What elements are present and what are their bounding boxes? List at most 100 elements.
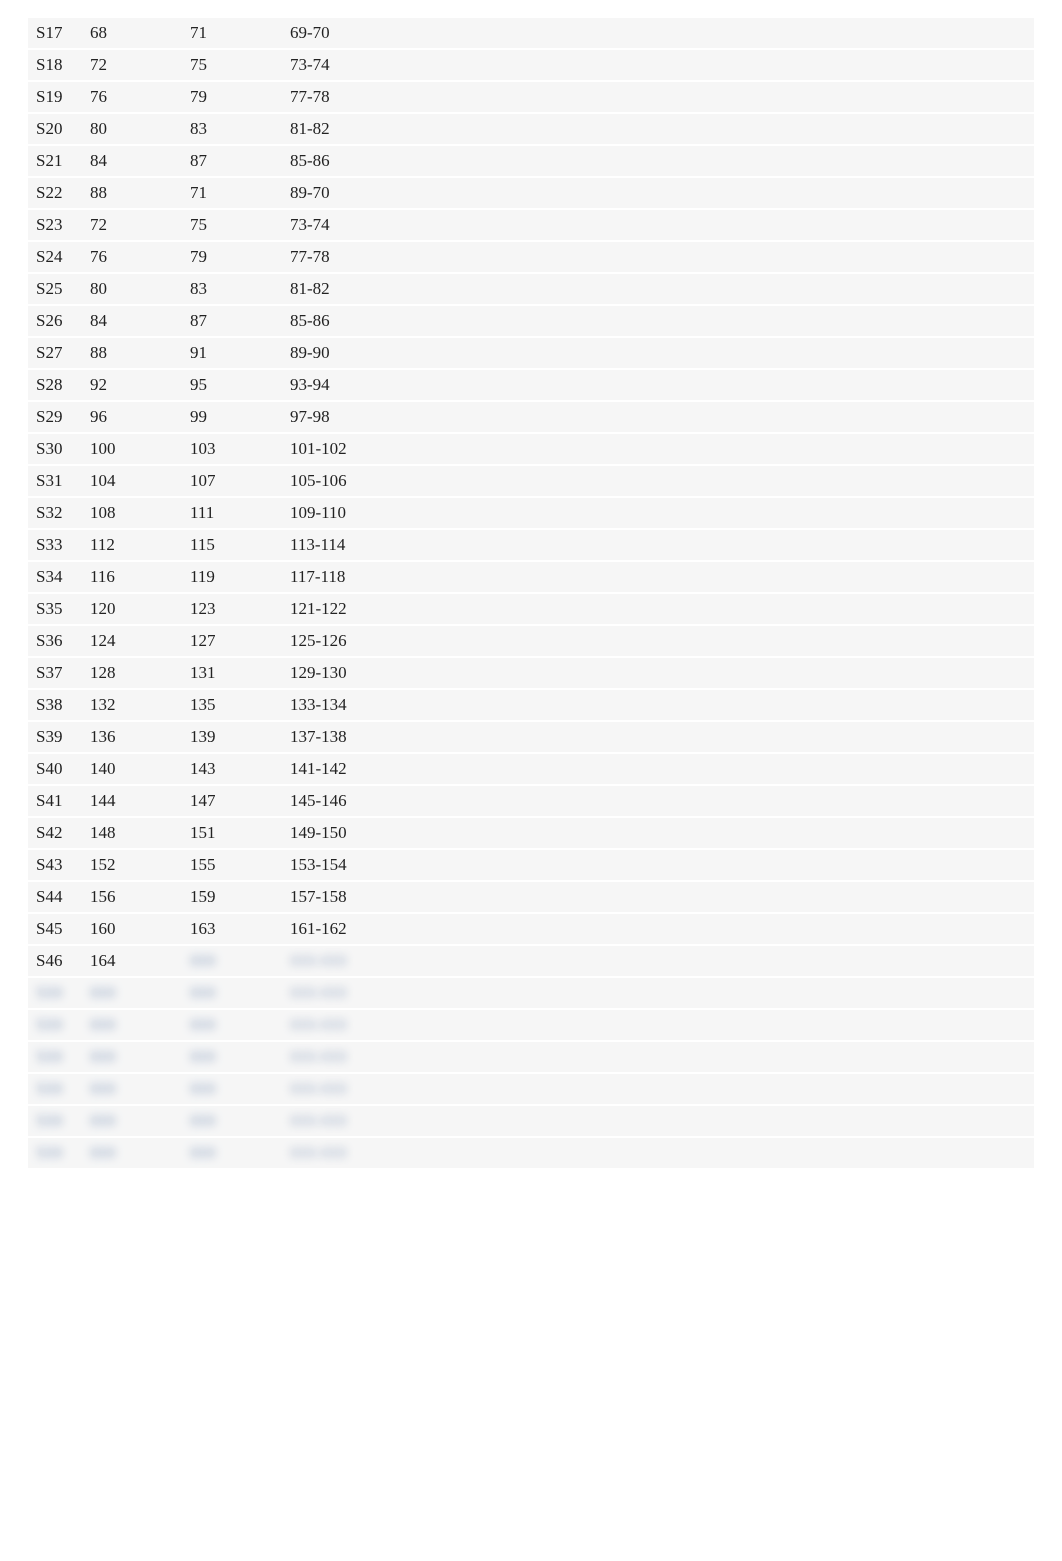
row-label: S25 bbox=[28, 279, 90, 299]
row-col2: 000 bbox=[90, 1143, 190, 1163]
row-col3: 71 bbox=[190, 183, 290, 203]
table-row: S45160163161-162 bbox=[28, 914, 1034, 946]
row-col4: 109-110 bbox=[290, 503, 1034, 523]
table-row: S00000000000-000 bbox=[28, 1042, 1034, 1074]
table-row: S17687169-70 bbox=[28, 18, 1034, 50]
row-label: S38 bbox=[28, 695, 90, 715]
row-label: S20 bbox=[28, 119, 90, 139]
row-label: S40 bbox=[28, 759, 90, 779]
row-label: S21 bbox=[28, 151, 90, 171]
row-col4: 145-146 bbox=[290, 791, 1034, 811]
row-col2: 156 bbox=[90, 887, 190, 907]
row-col3: 000 bbox=[190, 1015, 290, 1035]
row-col3: 83 bbox=[190, 279, 290, 299]
row-col3: 99 bbox=[190, 407, 290, 427]
row-col2: 88 bbox=[90, 343, 190, 363]
row-col2: 80 bbox=[90, 279, 190, 299]
row-label: S45 bbox=[28, 919, 90, 939]
row-label: S39 bbox=[28, 727, 90, 747]
row-col3: 147 bbox=[190, 791, 290, 811]
row-col2: 96 bbox=[90, 407, 190, 427]
table-row: S40140143141-142 bbox=[28, 754, 1034, 786]
row-col2: 100 bbox=[90, 439, 190, 459]
row-label: S33 bbox=[28, 535, 90, 555]
row-col3: 143 bbox=[190, 759, 290, 779]
row-label: S22 bbox=[28, 183, 90, 203]
table-row: S28929593-94 bbox=[28, 370, 1034, 402]
row-col2: 84 bbox=[90, 151, 190, 171]
table-row: S00000000000-000 bbox=[28, 1106, 1034, 1138]
row-col4: 105-106 bbox=[290, 471, 1034, 491]
row-col4: 141-142 bbox=[290, 759, 1034, 779]
table-row: S36124127125-126 bbox=[28, 626, 1034, 658]
row-col2: 148 bbox=[90, 823, 190, 843]
table-row: S41144147145-146 bbox=[28, 786, 1034, 818]
table-row: S37128131129-130 bbox=[28, 658, 1034, 690]
table-row: S32108111109-110 bbox=[28, 498, 1034, 530]
row-label: S19 bbox=[28, 87, 90, 107]
row-col2: 144 bbox=[90, 791, 190, 811]
row-col3: 000 bbox=[190, 1111, 290, 1131]
table-row: S00000000000-000 bbox=[28, 1010, 1034, 1042]
row-col3: 87 bbox=[190, 311, 290, 331]
row-col4: 81-82 bbox=[290, 279, 1034, 299]
row-col2: 124 bbox=[90, 631, 190, 651]
row-col4: 117-118 bbox=[290, 567, 1034, 587]
row-col3: 95 bbox=[190, 375, 290, 395]
row-col3: 79 bbox=[190, 87, 290, 107]
table-row: S42148151149-150 bbox=[28, 818, 1034, 850]
row-col2: 116 bbox=[90, 567, 190, 587]
row-label: S32 bbox=[28, 503, 90, 523]
row-col4: 77-78 bbox=[290, 87, 1034, 107]
row-label: S43 bbox=[28, 855, 90, 875]
row-col3: 123 bbox=[190, 599, 290, 619]
row-col4: 93-94 bbox=[290, 375, 1034, 395]
table-row: S24767977-78 bbox=[28, 242, 1034, 274]
row-col4: 113-114 bbox=[290, 535, 1034, 555]
row-col3: 000 bbox=[190, 1079, 290, 1099]
table-row: S00000000000-000 bbox=[28, 1074, 1034, 1106]
row-col4: 101-102 bbox=[290, 439, 1034, 459]
row-col2: 112 bbox=[90, 535, 190, 555]
row-col3: 131 bbox=[190, 663, 290, 683]
row-col4: 73-74 bbox=[290, 215, 1034, 235]
row-col4: 000-000 bbox=[290, 983, 1034, 1003]
row-col4: 153-154 bbox=[290, 855, 1034, 875]
row-col4: 77-78 bbox=[290, 247, 1034, 267]
table-row: S33112115113-114 bbox=[28, 530, 1034, 562]
row-col2: 000 bbox=[90, 1111, 190, 1131]
row-label: S00 bbox=[28, 1111, 90, 1131]
row-col3: 000 bbox=[190, 951, 290, 971]
row-col4: 149-150 bbox=[290, 823, 1034, 843]
row-col4: 73-74 bbox=[290, 55, 1034, 75]
row-label: S46 bbox=[28, 951, 90, 971]
row-col4: 000-000 bbox=[290, 1079, 1034, 1099]
row-col4: 000-000 bbox=[290, 951, 1034, 971]
row-label: S41 bbox=[28, 791, 90, 811]
row-col4: 000-000 bbox=[290, 1111, 1034, 1131]
row-col3: 75 bbox=[190, 215, 290, 235]
row-col3: 87 bbox=[190, 151, 290, 171]
table-row: S39136139137-138 bbox=[28, 722, 1034, 754]
row-col2: 000 bbox=[90, 1015, 190, 1035]
row-label: S24 bbox=[28, 247, 90, 267]
row-col4: 129-130 bbox=[290, 663, 1034, 683]
table-row: S27889189-90 bbox=[28, 338, 1034, 370]
row-col4: 000-000 bbox=[290, 1047, 1034, 1067]
table-row: S23727573-74 bbox=[28, 210, 1034, 242]
row-col4: 133-134 bbox=[290, 695, 1034, 715]
row-label: S00 bbox=[28, 983, 90, 1003]
row-col2: 72 bbox=[90, 215, 190, 235]
row-col4: 89-70 bbox=[290, 183, 1034, 203]
table-row: S00000000000-000 bbox=[28, 1138, 1034, 1170]
row-col2: 88 bbox=[90, 183, 190, 203]
table-row: S00000000000-000 bbox=[28, 978, 1034, 1010]
row-col3: 107 bbox=[190, 471, 290, 491]
row-col2: 68 bbox=[90, 23, 190, 43]
row-col3: 119 bbox=[190, 567, 290, 587]
row-col4: 89-90 bbox=[290, 343, 1034, 363]
page: S17687169-70S18727573-74S19767977-78S208… bbox=[0, 0, 1062, 1561]
row-label: S35 bbox=[28, 599, 90, 619]
row-col3: 91 bbox=[190, 343, 290, 363]
row-label: S00 bbox=[28, 1143, 90, 1163]
